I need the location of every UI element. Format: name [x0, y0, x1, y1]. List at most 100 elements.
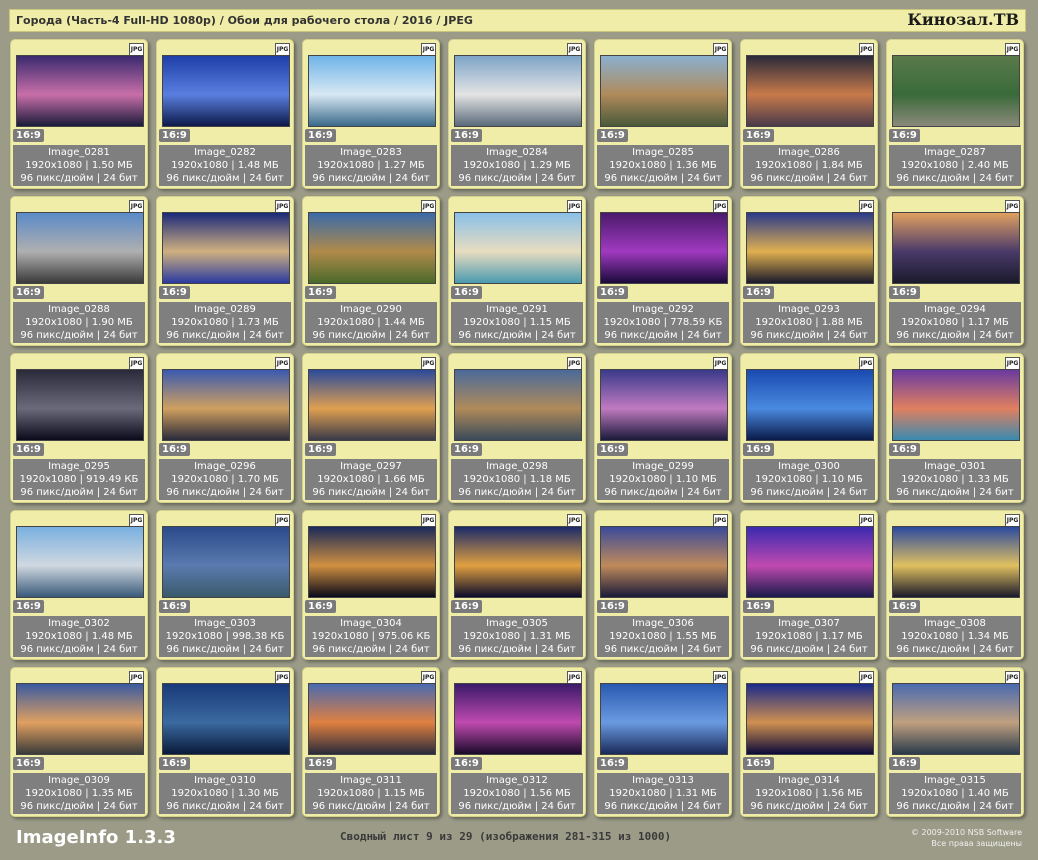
image-card[interactable]: JPG 16:9 Image_0313 1920x1080 | 1.31 МБ 96 п… [594, 667, 732, 817]
image-thumbnail[interactable] [16, 683, 144, 755]
image-card[interactable]: JPG 16:9 Image_0299 1920x1080 | 1.10 МБ 96 п… [594, 353, 732, 503]
image-thumbnail[interactable] [454, 526, 582, 598]
image-thumbnail[interactable] [454, 55, 582, 127]
image-thumbnail[interactable] [600, 369, 728, 441]
image-card[interactable]: JPG 16:9 Image_0312 1920x1080 | 1.56 МБ 96 п… [448, 667, 586, 817]
image-card[interactable]: JPG 16:9 Image_0310 1920x1080 | 1.30 МБ 96 п… [156, 667, 294, 817]
image-card[interactable]: JPG 16:9 Image_0283 1920x1080 | 1.27 МБ 96 п… [302, 39, 440, 189]
image-card[interactable]: JPG 16:9 Image_0301 1920x1080 | 1.33 МБ 96 п… [886, 353, 1024, 503]
image-card[interactable]: JPG 16:9 Image_0304 1920x1080 | 975.06 КБ 96… [302, 510, 440, 660]
image-file-size: 1.55 МБ [675, 631, 717, 642]
image-card[interactable]: JPG 16:9 Image_0294 1920x1080 | 1.17 МБ 96 п… [886, 196, 1024, 346]
image-card[interactable]: JPG 16:9 Image_0306 1920x1080 | 1.55 МБ 96 п… [594, 510, 732, 660]
image-card[interactable]: JPG 16:9 Image_0281 1920x1080 | 1.50 МБ 96 п… [10, 39, 148, 189]
aspect-ratio-badge: 16:9 [305, 600, 336, 613]
image-file-size: 1.48 МБ [237, 160, 279, 171]
image-name: Image_0304 [340, 618, 402, 629]
image-card[interactable]: JPG 16:9 Image_0314 1920x1080 | 1.56 МБ 96 п… [740, 667, 878, 817]
image-card[interactable]: JPG 16:9 Image_0307 1920x1080 | 1.17 МБ 96 п… [740, 510, 878, 660]
image-file-size: 1.15 МБ [529, 317, 571, 328]
image-card[interactable]: JPG 16:9 Image_0288 1920x1080 | 1.90 МБ 96 п… [10, 196, 148, 346]
image-card[interactable]: JPG 16:9 Image_0305 1920x1080 | 1.31 МБ 96 п… [448, 510, 586, 660]
image-card[interactable]: JPG 16:9 Image_0298 1920x1080 | 1.18 МБ 96 п… [448, 353, 586, 503]
image-card[interactable]: JPG 16:9 Image_0297 1920x1080 | 1.66 МБ 96 п… [302, 353, 440, 503]
image-thumbnail[interactable] [454, 369, 582, 441]
image-card[interactable]: JPG 16:9 Image_0315 1920x1080 | 1.40 МБ 96 п… [886, 667, 1024, 817]
image-thumbnail[interactable] [162, 369, 290, 441]
image-thumbnail[interactable] [308, 369, 436, 441]
image-card[interactable]: JPG 16:9 Image_0300 1920x1080 | 1.10 МБ 96 п… [740, 353, 878, 503]
image-resolution: 1920x1080 [171, 474, 229, 485]
image-thumbnail[interactable] [892, 369, 1020, 441]
image-dimensions-size: 1920x1080 | 1.29 МБ [451, 159, 583, 172]
image-info: Image_0289 1920x1080 | 1.73 МБ 96 пикс/дюй… [159, 302, 291, 343]
image-thumbnail[interactable] [600, 212, 728, 284]
image-thumbnail[interactable] [454, 212, 582, 284]
image-resolution: 1920x1080 [755, 788, 813, 799]
image-card[interactable]: JPG 16:9 Image_0291 1920x1080 | 1.15 МБ 96 п… [448, 196, 586, 346]
image-thumbnail[interactable] [16, 526, 144, 598]
image-thumbnail[interactable] [892, 55, 1020, 127]
image-card[interactable]: JPG 16:9 Image_0309 1920x1080 | 1.35 МБ 96 п… [10, 667, 148, 817]
separator: | [76, 474, 87, 485]
image-thumbnail[interactable] [892, 683, 1020, 755]
aspect-ratio-badge: 16:9 [305, 757, 336, 770]
image-card[interactable]: JPG 16:9 Image_0293 1920x1080 | 1.88 МБ 96 п… [740, 196, 878, 346]
image-card[interactable]: JPG 16:9 Image_0296 1920x1080 | 1.70 МБ 96 п… [156, 353, 294, 503]
image-card[interactable]: JPG 16:9 Image_0290 1920x1080 | 1.44 МБ 96 п… [302, 196, 440, 346]
image-thumbnail[interactable] [162, 683, 290, 755]
image-thumbnail[interactable] [892, 526, 1020, 598]
image-resolution: 1920x1080 [901, 474, 959, 485]
image-resolution: 1920x1080 [311, 631, 369, 642]
aspect-ratio-badge: 16:9 [13, 286, 44, 299]
image-thumbnail[interactable] [746, 212, 874, 284]
image-thumbnail[interactable] [16, 55, 144, 127]
image-card[interactable]: JPG 16:9 Image_0289 1920x1080 | 1.73 МБ 96 п… [156, 196, 294, 346]
image-dimensions-size: 1920x1080 | 998.38 КБ [159, 630, 291, 643]
image-card[interactable]: JPG 16:9 Image_0285 1920x1080 | 1.36 МБ 96 п… [594, 39, 732, 189]
image-file-size: 1.17 МБ [821, 631, 863, 642]
image-thumbnail[interactable] [162, 212, 290, 284]
separator: | [520, 631, 530, 642]
image-thumbnail[interactable] [16, 212, 144, 284]
image-dpi-depth: 96 пикс/дюйм | 24 бит [750, 173, 868, 184]
image-dpi-depth: 96 пикс/дюйм | 24 бит [896, 644, 1014, 655]
image-card[interactable]: JPG 16:9 Image_0284 1920x1080 | 1.29 МБ 96 п… [448, 39, 586, 189]
image-card[interactable]: JPG 16:9 Image_0282 1920x1080 | 1.48 МБ 96 п… [156, 39, 294, 189]
image-thumbnail[interactable] [308, 55, 436, 127]
image-name: Image_0286 [778, 147, 840, 158]
image-thumbnail[interactable] [600, 55, 728, 127]
image-card[interactable]: JPG 16:9 Image_0292 1920x1080 | 778.59 КБ 96… [594, 196, 732, 346]
image-dimensions-size: 1920x1080 | 1.55 МБ [597, 630, 729, 643]
image-thumbnail[interactable] [162, 526, 290, 598]
image-card[interactable]: JPG 16:9 Image_0311 1920x1080 | 1.15 МБ 96 п… [302, 667, 440, 817]
image-thumbnail[interactable] [162, 55, 290, 127]
image-dimensions-size: 1920x1080 | 1.15 МБ [305, 787, 437, 800]
image-card[interactable]: JPG 16:9 Image_0302 1920x1080 | 1.48 МБ 96 п… [10, 510, 148, 660]
aspect-ratio-badge: 16:9 [159, 443, 190, 456]
image-name: Image_0307 [778, 618, 840, 629]
aspect-ratio-badge: 16:9 [451, 600, 482, 613]
image-thumbnail[interactable] [16, 369, 144, 441]
image-card[interactable]: JPG 16:9 Image_0303 1920x1080 | 998.38 КБ 96… [156, 510, 294, 660]
image-card[interactable]: JPG 16:9 Image_0308 1920x1080 | 1.34 МБ 96 п… [886, 510, 1024, 660]
image-thumbnail[interactable] [308, 212, 436, 284]
image-thumbnail[interactable] [308, 683, 436, 755]
image-card[interactable]: JPG 16:9 Image_0287 1920x1080 | 2.40 МБ 96 п… [886, 39, 1024, 189]
image-card[interactable]: JPG 16:9 Image_0295 1920x1080 | 919.49 КБ 96… [10, 353, 148, 503]
image-thumbnail[interactable] [892, 212, 1020, 284]
image-thumbnail[interactable] [600, 526, 728, 598]
image-thumbnail[interactable] [746, 526, 874, 598]
image-dimensions-size: 1920x1080 | 1.10 МБ [743, 473, 875, 486]
image-thumbnail[interactable] [308, 526, 436, 598]
image-thumbnail[interactable] [454, 683, 582, 755]
image-thumbnail[interactable] [746, 369, 874, 441]
image-thumbnail[interactable] [600, 683, 728, 755]
image-thumbnail[interactable] [746, 683, 874, 755]
image-card[interactable]: JPG 16:9 Image_0286 1920x1080 | 1.84 МБ 96 п… [740, 39, 878, 189]
separator: | [666, 788, 676, 799]
separator: | [228, 474, 238, 485]
image-thumbnail[interactable] [746, 55, 874, 127]
image-resolution: 1920x1080 [609, 631, 667, 642]
image-dimensions-size: 1920x1080 | 1.50 МБ [13, 159, 145, 172]
